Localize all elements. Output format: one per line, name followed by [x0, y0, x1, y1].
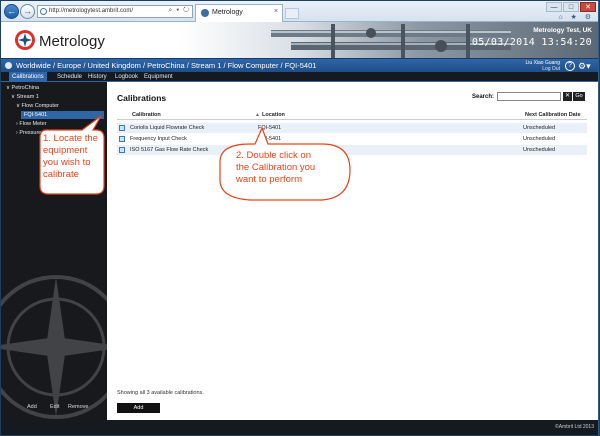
gear-icon[interactable]: ⚙▾	[578, 61, 592, 71]
column-next-calibration-date[interactable]: Next Calibration Date	[525, 112, 581, 118]
table-row[interactable]: Frequency Input Check FQI-5401 Unschedul…	[117, 134, 587, 144]
search-label: Search:	[472, 94, 495, 100]
back-icon[interactable]: ←	[4, 4, 19, 19]
callout-step-1-line: calibrate	[43, 169, 79, 180]
calibration-icon	[119, 125, 125, 131]
calibration-icon	[119, 136, 125, 142]
app-header: Metrology Metrology Test, UK 05/03/2014 …	[1, 22, 598, 58]
cell-location: FQI-5401	[258, 136, 282, 142]
callout-step-1-line: you wish to	[43, 157, 91, 168]
tree-toggle-icon[interactable]	[5, 62, 12, 69]
copyright: ©Ambrit Ltd 2013	[555, 424, 594, 430]
tree-remove-button[interactable]: Remove	[68, 404, 88, 410]
breadcrumb-bar: Worldwide / Europe / United Kingdom / Pe…	[1, 58, 598, 72]
clear-search-button[interactable]: ✕	[563, 92, 572, 101]
tab-logbook[interactable]: Logbook	[112, 72, 141, 82]
tree-edit-button[interactable]: Edit	[50, 404, 59, 410]
tab-schedule[interactable]: Schedule	[54, 72, 85, 82]
callout-step-2: 2. Double click on the Calibration you w…	[236, 150, 315, 186]
tab-calibrations[interactable]: Calibrations	[9, 72, 47, 82]
cell-next-date: Unscheduled	[523, 136, 556, 142]
browser-tools-icon[interactable]: ⌂ ★ ⚙	[558, 13, 594, 21]
tree-actions: Add Edit Remove	[1, 404, 107, 414]
window-controls: — □ ✕	[546, 2, 596, 12]
forward-icon[interactable]: →	[20, 4, 35, 19]
address-url: http://metrologytest.ambrit.com/	[49, 8, 134, 14]
address-bar[interactable]: http://metrologytest.ambrit.com/ ⌕ ▾ ↻	[37, 5, 193, 18]
minimize-icon[interactable]: —	[546, 2, 562, 12]
callout-step-2-line: want to perform	[236, 174, 302, 185]
metrology-logo-icon	[15, 30, 35, 50]
callout-step-2-line: the Calibration you	[236, 162, 316, 173]
maximize-icon[interactable]: □	[563, 2, 579, 12]
page-title: Calibrations	[117, 93, 167, 103]
column-calibration[interactable]: Calibration	[132, 112, 161, 118]
globe-icon	[40, 8, 47, 15]
app-logo-text: Metrology	[39, 33, 105, 50]
new-tab-button[interactable]	[285, 8, 299, 19]
close-window-icon[interactable]: ✕	[580, 2, 596, 12]
breadcrumb[interactable]: Worldwide / Europe / United Kingdom / Pe…	[16, 61, 316, 70]
current-datetime: 05/03/2014 13:54:20	[471, 37, 592, 48]
tree-add-button[interactable]: Add	[27, 404, 37, 410]
browser-toolbar: ← → http://metrologytest.ambrit.com/ ⌕ ▾…	[1, 1, 598, 22]
status-bar: ©Ambrit Ltd 2013	[1, 420, 598, 435]
tree-node-flow-computer[interactable]: ∨ Flow Computer	[16, 103, 59, 109]
compass-watermark-icon	[1, 275, 107, 419]
callout-step-1: 1. Locate the equipment you wish to cali…	[43, 133, 98, 181]
table-row[interactable]: ISO 5167 Gas Flow Rate Check FQI-5401 Un…	[117, 145, 587, 155]
cell-next-date: Unscheduled	[523, 147, 556, 153]
callout-step-1-line: 1. Locate the	[43, 133, 98, 144]
tab-history[interactable]: History	[85, 72, 110, 82]
tree-node-flow-meter[interactable]: › Flow Meter	[16, 121, 47, 127]
table-row[interactable]: Coriolis Liquid Flowrate Check FQI-5401 …	[117, 123, 587, 133]
tab-equipment[interactable]: Equipment	[141, 72, 176, 82]
browser-tab[interactable]: Metrology ×	[195, 4, 283, 22]
callout-step-2-line: 2. Double click on	[236, 150, 311, 161]
calibration-icon	[119, 147, 125, 153]
tree-node-petrochina[interactable]: ∨ PetroChina	[6, 85, 39, 91]
tab-close-icon[interactable]: ×	[274, 8, 278, 15]
cell-calibration: Coriolis Liquid Flowrate Check	[130, 125, 205, 131]
sort-ascending-icon[interactable]: ▲	[255, 112, 260, 118]
browser-tab-title: Metrology	[212, 9, 243, 16]
instance-name: Metrology Test, UK	[533, 27, 592, 34]
results-count: Showing all 3 available calibrations.	[117, 390, 204, 396]
tree-node-fqi-5401[interactable]: FQI-5401	[21, 111, 104, 119]
grid-header: Calibration ▲ Location Next Calibration …	[117, 110, 587, 120]
app-tab-bar: Calibrations Schedule History Logbook Eq…	[1, 72, 598, 82]
cell-calibration: ISO 5167 Gas Flow Rate Check	[130, 147, 209, 153]
address-actions-icon[interactable]: ⌕ ▾ ↻	[168, 7, 190, 15]
column-location[interactable]: Location	[262, 112, 285, 118]
calibrations-panel: Calibrations Search: ✕ Go Calibration ▲ …	[107, 82, 598, 420]
help-icon[interactable]: ?	[565, 61, 575, 71]
tree-node-stream[interactable]: ∨ Stream 1	[11, 94, 39, 100]
tree-node-pressure[interactable]: › Pressure	[16, 130, 41, 136]
cell-calibration: Frequency Input Check	[130, 136, 187, 142]
cell-next-date: Unscheduled	[523, 125, 556, 131]
metrology-favicon-icon	[201, 9, 209, 17]
callout-step-1-line: equipment	[43, 145, 88, 156]
search-input[interactable]	[497, 92, 561, 101]
cell-location: FQI-5401	[258, 125, 282, 131]
go-button[interactable]: Go	[573, 92, 585, 101]
add-calibration-button[interactable]: Add	[117, 403, 160, 413]
